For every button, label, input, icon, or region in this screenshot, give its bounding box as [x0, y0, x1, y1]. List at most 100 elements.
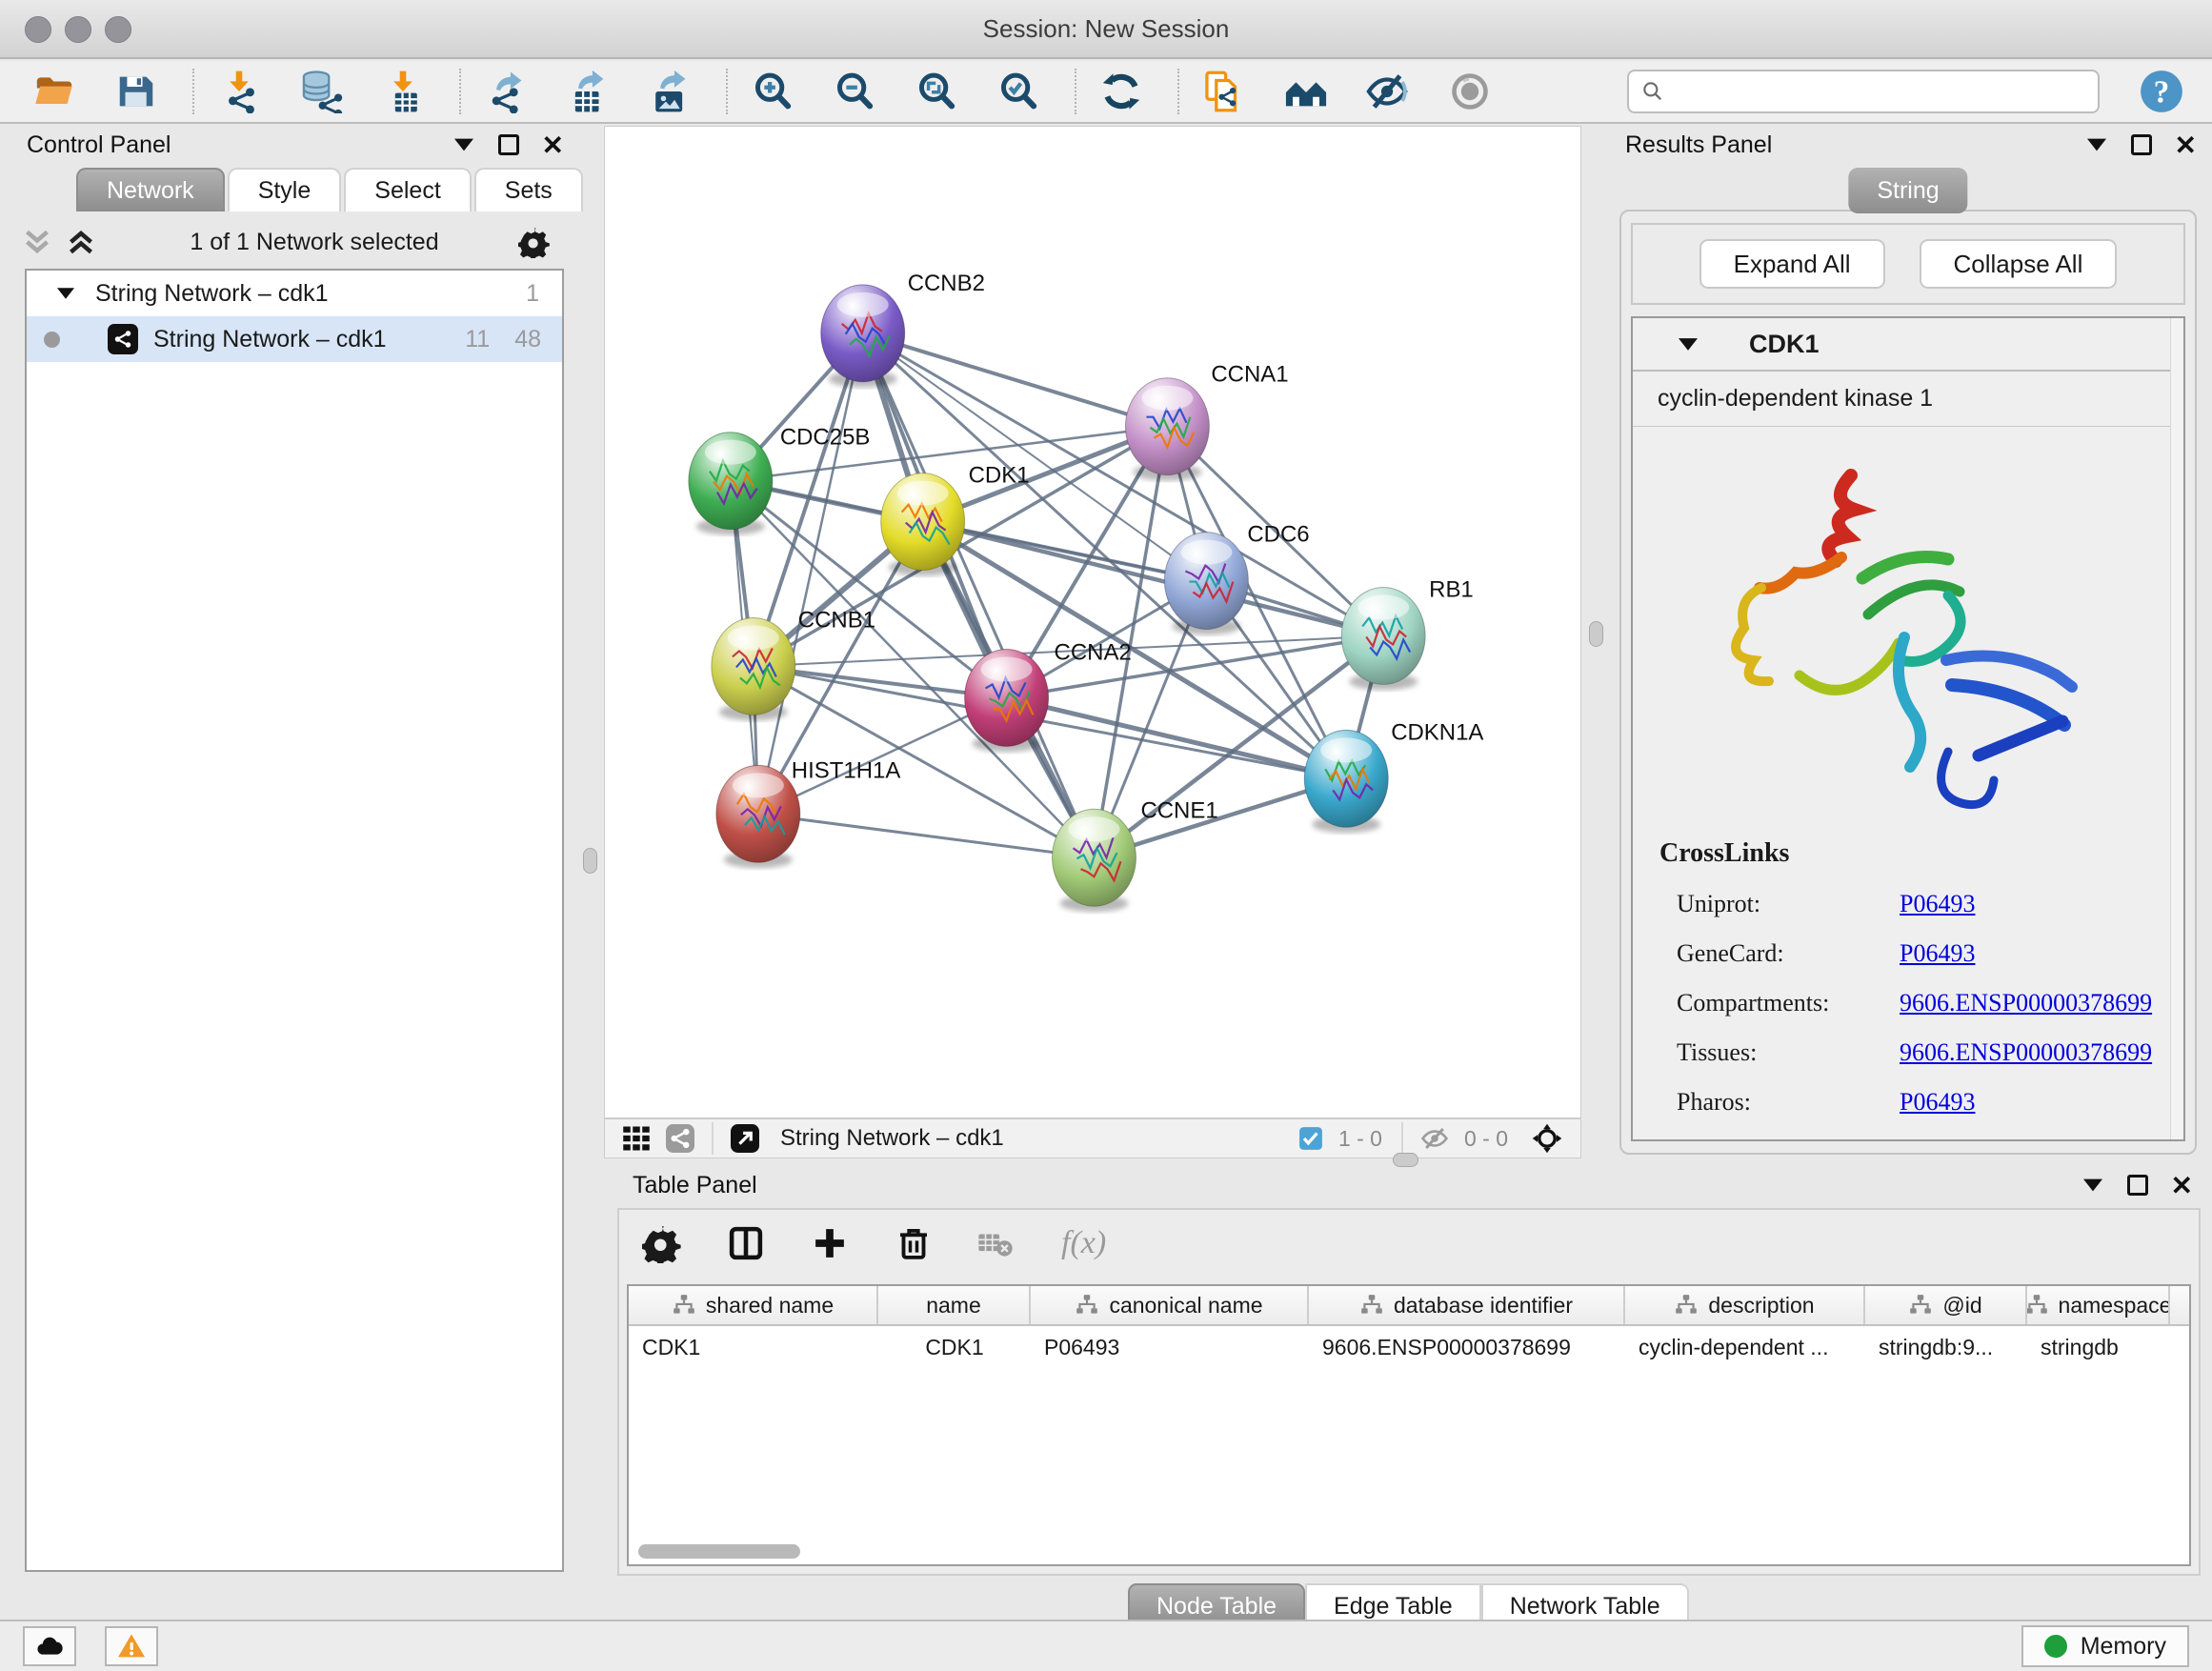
gene-collapse-icon[interactable] — [1679, 338, 1698, 351]
column-header-name[interactable]: name — [878, 1286, 1031, 1324]
crosslink-link[interactable]: P06493 — [1900, 939, 1975, 968]
search-input[interactable] — [1675, 78, 2086, 105]
search-box[interactable] — [1627, 70, 2100, 113]
create-column-icon[interactable] — [810, 1223, 850, 1263]
network-birds-eye-icon[interactable] — [666, 1124, 694, 1153]
network-node[interactable] — [821, 285, 905, 388]
delete-column-icon[interactable] — [894, 1223, 934, 1263]
collapse-all-networks-icon[interactable] — [23, 229, 51, 255]
panel-menu-icon[interactable] — [2087, 138, 2106, 151]
tab-network[interactable]: Network — [76, 168, 225, 211]
export-image-icon[interactable] — [642, 66, 697, 117]
network-node[interactable] — [1125, 378, 1209, 481]
network-view-canvas[interactable]: CCNB2CCNA1CDC25BCDK1CDC6RB1CCNB1CCNA2CDK… — [604, 126, 1581, 1118]
panel-close-icon[interactable]: ✕ — [2171, 1170, 2193, 1201]
zoom-selected-icon[interactable] — [991, 66, 1046, 117]
open-in-new-window-icon[interactable] — [731, 1124, 759, 1153]
network-edge[interactable] — [923, 522, 1384, 636]
table-cell[interactable]: cyclin-dependent ... — [1625, 1335, 1865, 1360]
network-node[interactable] — [1164, 533, 1248, 635]
column-header--id[interactable]: @id — [1865, 1286, 2027, 1324]
results-scrollbar[interactable] — [2170, 318, 2183, 1139]
bottom-splitter-handle[interactable] — [1393, 1153, 1418, 1167]
panel-float-icon[interactable] — [2127, 1175, 2148, 1196]
network-edge[interactable] — [863, 333, 1168, 427]
warnings-button[interactable] — [105, 1626, 158, 1666]
memory-button[interactable]: Memory — [2021, 1625, 2189, 1667]
network-node[interactable] — [1304, 730, 1388, 833]
show-columns-icon[interactable] — [726, 1223, 766, 1263]
crosslink-link[interactable]: P06493 — [1900, 890, 1975, 918]
show-all-icon[interactable] — [1442, 66, 1498, 117]
export-network-icon[interactable] — [478, 66, 533, 117]
tab-string[interactable]: String — [1848, 168, 1967, 213]
cloud-status-button[interactable] — [23, 1626, 76, 1666]
table-cell[interactable]: CDK1 — [878, 1335, 1031, 1360]
open-session-icon[interactable] — [27, 66, 82, 117]
network-edge[interactable] — [1007, 697, 1347, 778]
network-collection-row[interactable]: String Network – cdk1 1 — [27, 271, 562, 316]
network-node[interactable] — [716, 765, 800, 868]
network-edge[interactable] — [758, 814, 1095, 857]
column-header-description[interactable]: description — [1625, 1286, 1865, 1324]
hide-selected-icon[interactable] — [1360, 66, 1416, 117]
expand-all-networks-icon[interactable] — [67, 229, 95, 255]
column-header-shared-name[interactable]: shared name — [629, 1286, 878, 1324]
panel-close-icon[interactable]: ✕ — [542, 130, 564, 161]
tab-sets[interactable]: Sets — [474, 168, 583, 211]
table-cell[interactable]: stringdb — [2027, 1335, 2170, 1360]
zoom-fit-icon[interactable] — [909, 66, 964, 117]
collection-expand-icon[interactable] — [57, 288, 74, 299]
save-session-icon[interactable] — [109, 66, 164, 117]
left-splitter-handle[interactable] — [583, 848, 597, 874]
zoom-in-icon[interactable] — [745, 66, 800, 117]
gene-header[interactable]: CDK1 — [1633, 318, 2183, 372]
node-label: RB1 — [1429, 577, 1474, 603]
fit-content-crosshair-icon[interactable] — [1531, 1122, 1563, 1155]
table-cell[interactable]: stringdb:9... — [1865, 1335, 2027, 1360]
node-table[interactable]: shared namenamecanonical namedatabase id… — [627, 1284, 2191, 1566]
string-network-graph[interactable]: CCNB2CCNA1CDC25BCDK1CDC6RB1CCNB1CCNA2CDK… — [605, 127, 1580, 1117]
panel-menu-icon[interactable] — [2083, 1178, 2102, 1192]
help-icon[interactable]: ? — [2138, 68, 2185, 115]
right-splitter-handle[interactable] — [1589, 621, 1603, 647]
zoom-out-icon[interactable] — [827, 66, 882, 117]
new-network-from-selection-icon[interactable] — [1196, 66, 1252, 117]
panel-float-icon[interactable] — [498, 134, 519, 155]
network-node[interactable] — [1341, 588, 1425, 691]
crosslink-link[interactable]: 9606.ENSP00000378699 — [1900, 1038, 2152, 1067]
table-row[interactable]: CDK1CDK1P064939606.ENSP00000378699cyclin… — [629, 1326, 2189, 1368]
grid-view-icon[interactable] — [622, 1124, 651, 1153]
table-cell[interactable]: 9606.ENSP00000378699 — [1309, 1335, 1625, 1360]
network-row-selected[interactable]: String Network – cdk1 11 48 — [27, 316, 562, 362]
table-options-gear-icon[interactable] — [642, 1223, 682, 1263]
expand-all-button[interactable]: Expand All — [1699, 239, 1885, 289]
network-node[interactable] — [689, 433, 773, 535]
crosslink-link[interactable]: P06493 — [1900, 1088, 1975, 1117]
node-label: CCNA1 — [1211, 362, 1288, 388]
import-network-from-database-icon[interactable] — [293, 66, 349, 117]
import-table-from-file-icon[interactable] — [375, 66, 431, 117]
crosslink-link[interactable]: 9606.ENSP00000378699 — [1900, 989, 2152, 1017]
column-header-namespace[interactable]: namespace — [2027, 1286, 2170, 1324]
selected-checkbox-icon[interactable] — [1298, 1126, 1323, 1151]
export-table-icon[interactable] — [560, 66, 615, 117]
panel-menu-icon[interactable] — [454, 138, 473, 151]
column-header-canonical-name[interactable]: canonical name — [1031, 1286, 1309, 1324]
collapse-all-button[interactable]: Collapse All — [1920, 239, 2118, 289]
panel-close-icon[interactable]: ✕ — [2175, 130, 2197, 161]
network-options-gear-icon[interactable] — [518, 226, 551, 258]
panel-float-icon[interactable] — [2131, 134, 2152, 155]
hidden-nodes-edges-count: 0 - 0 — [1464, 1126, 1508, 1152]
tab-style[interactable]: Style — [228, 168, 342, 211]
table-cell[interactable]: CDK1 — [629, 1335, 878, 1360]
first-neighbors-icon[interactable] — [1278, 66, 1334, 117]
import-network-from-file-icon[interactable] — [211, 66, 267, 117]
table-horizontal-scrollbar[interactable] — [638, 1544, 800, 1559]
table-cell[interactable]: P06493 — [1031, 1335, 1309, 1360]
column-header-database-identifier[interactable]: database identifier — [1309, 1286, 1625, 1324]
refresh-view-icon[interactable] — [1094, 66, 1149, 117]
network-node[interactable] — [1053, 809, 1136, 912]
tab-select[interactable]: Select — [344, 168, 471, 211]
node-label: CDC25B — [780, 425, 871, 451]
